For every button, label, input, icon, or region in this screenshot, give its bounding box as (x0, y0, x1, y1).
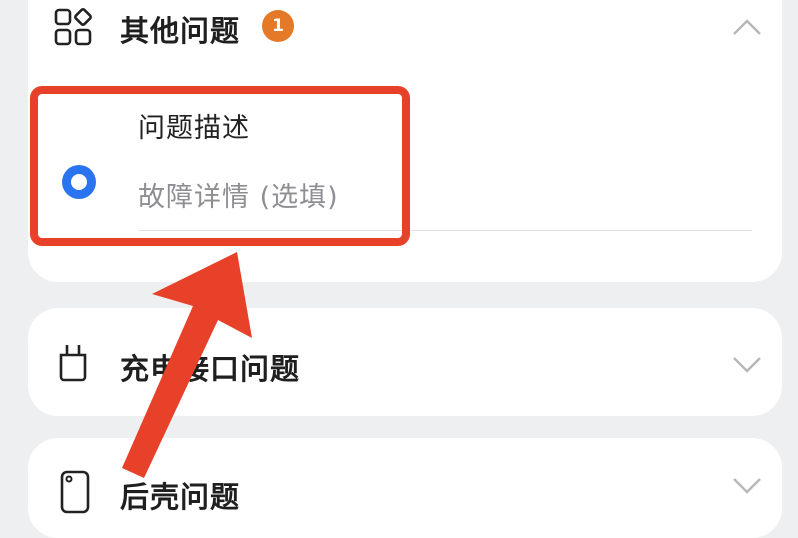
annotation-arrow-icon (122, 252, 252, 478)
